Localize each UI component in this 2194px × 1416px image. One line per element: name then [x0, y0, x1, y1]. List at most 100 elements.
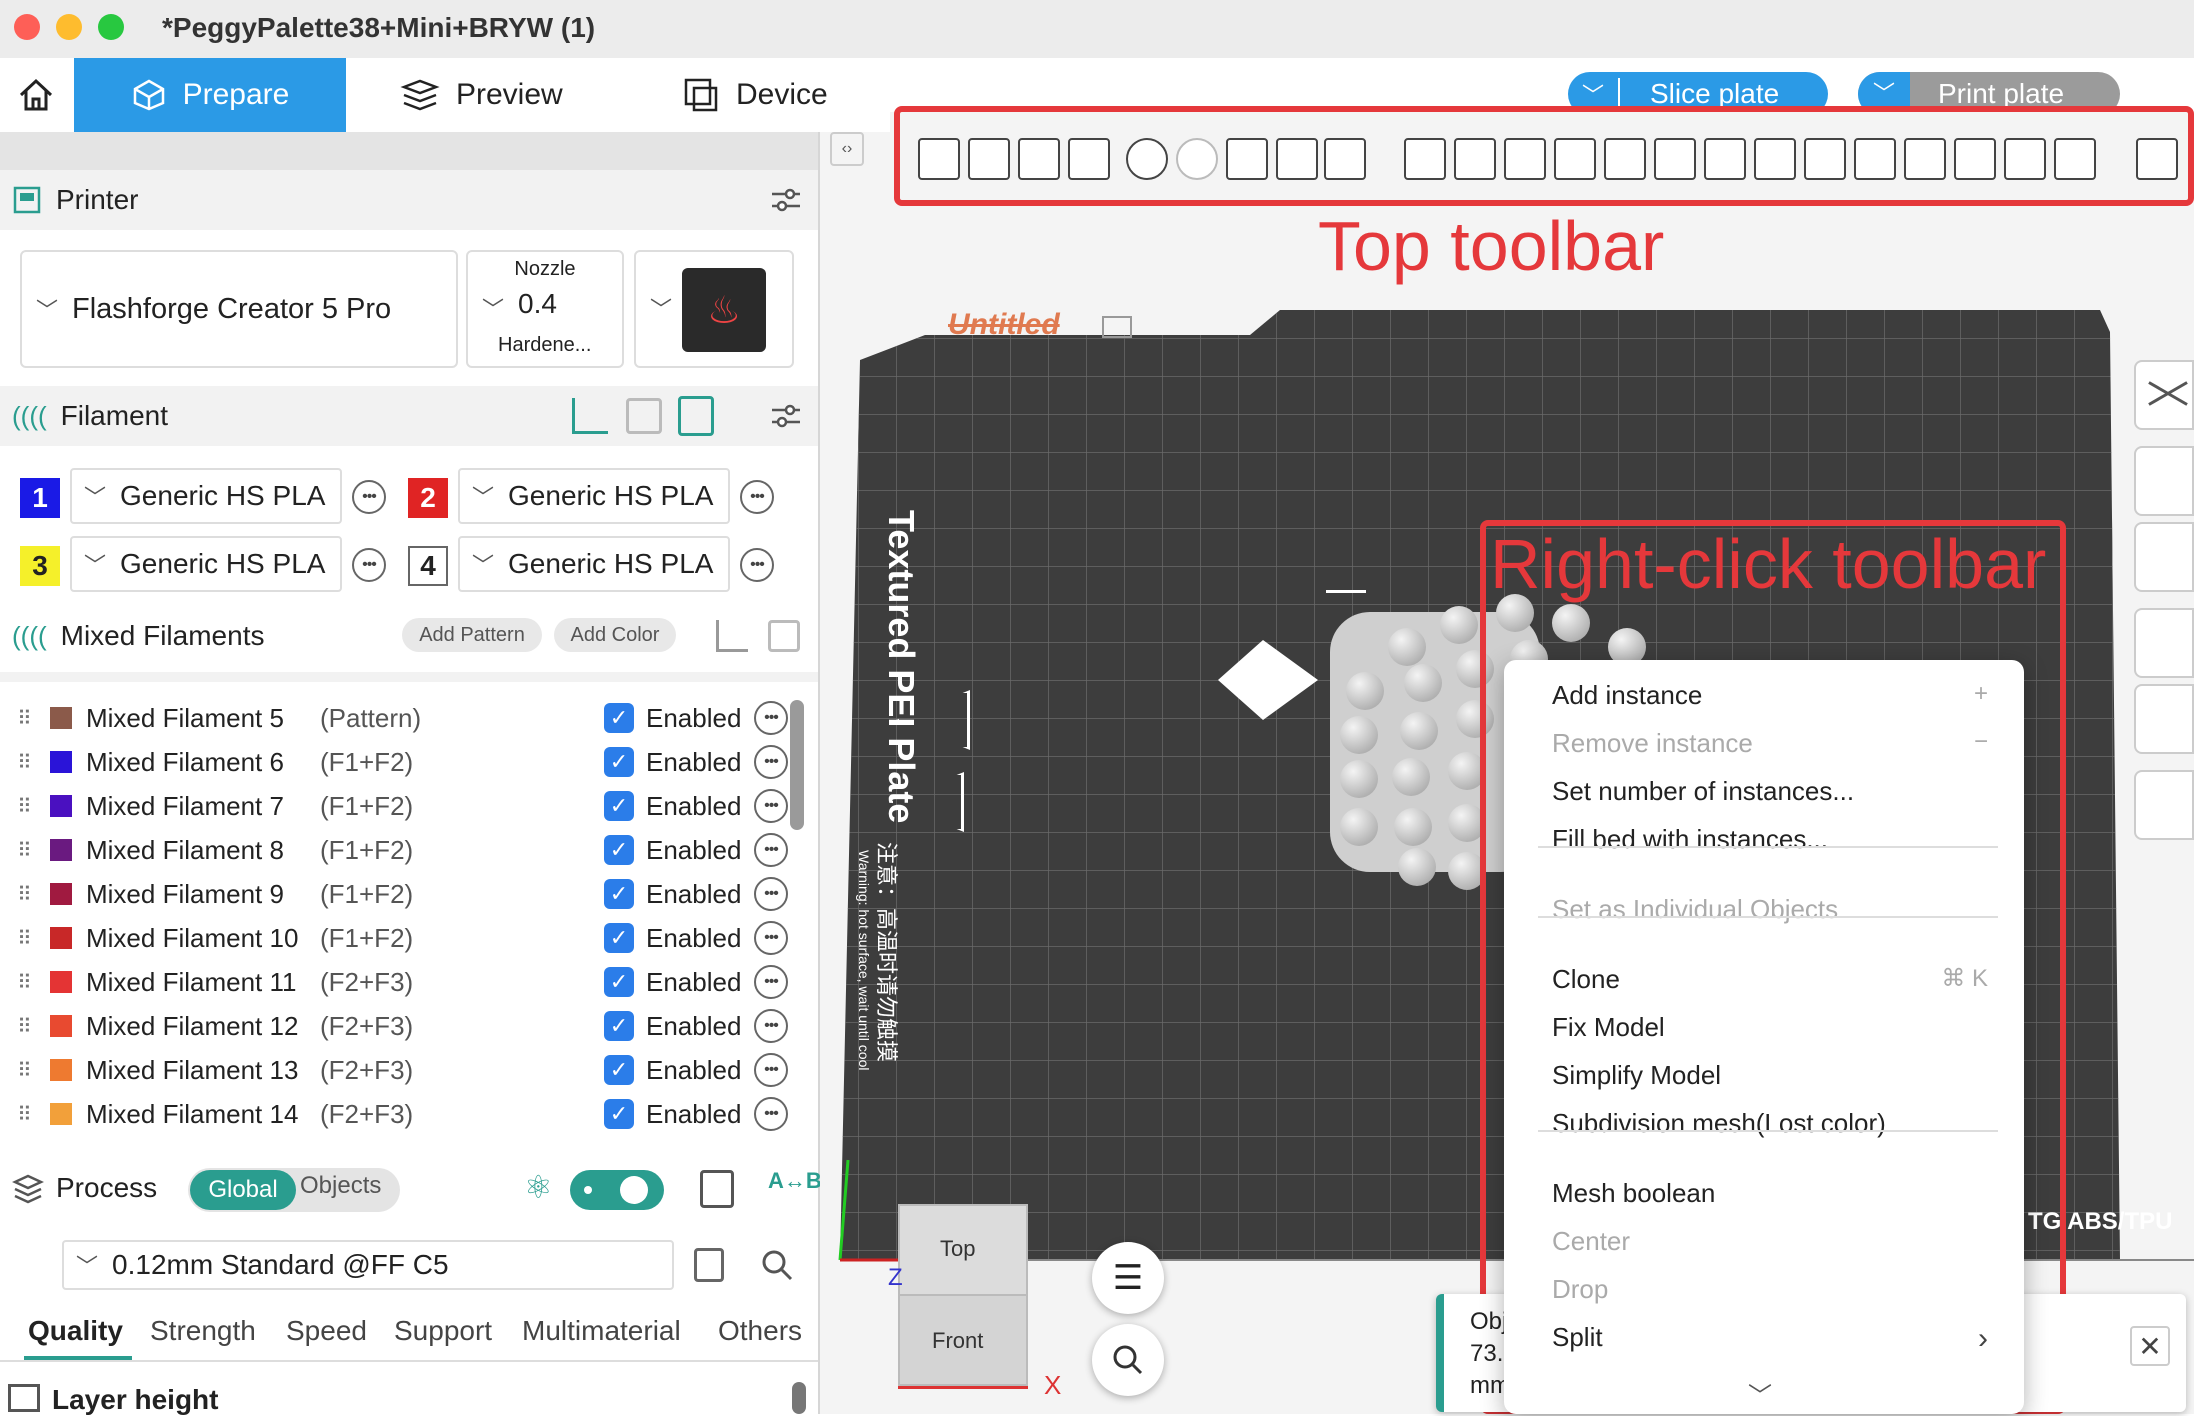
drag-handle-icon[interactable]: ⠿: [0, 1014, 50, 1039]
mixed-options-icon[interactable]: •••: [754, 965, 788, 999]
drag-handle-icon[interactable]: ⠿: [0, 1102, 50, 1127]
plate-type-select[interactable]: ﹀ ♨: [634, 250, 794, 368]
mixed-options-icon[interactable]: •••: [754, 1053, 788, 1087]
enabled-checkbox[interactable]: ✓: [604, 967, 634, 997]
atom-icon[interactable]: ⚛: [524, 1168, 553, 1206]
process-preset-select[interactable]: ﹀ 0.12mm Standard @FF C5: [62, 1240, 674, 1290]
maximize-window-button[interactable]: [98, 14, 124, 40]
enabled-checkbox[interactable]: ✓: [604, 1011, 634, 1041]
menu-item-fill-bed-with-instances[interactable]: Fill bed with instances...: [1552, 824, 1828, 855]
menu-item-subdivision-mesh-lost-color[interactable]: Subdivision mesh(Lost color): [1552, 1108, 1886, 1139]
add-color-button[interactable]: Add Color: [554, 618, 676, 652]
chevron-down-icon[interactable]: ﹀: [1748, 1376, 1772, 1411]
ab-compare-icon[interactable]: A↔B: [768, 1168, 822, 1194]
advanced-toggle[interactable]: [570, 1170, 664, 1210]
mixed-collapse-icon[interactable]: [716, 620, 748, 652]
menu-item-simplify-model[interactable]: Simplify Model: [1552, 1060, 1721, 1091]
add-pattern-button[interactable]: Add Pattern: [402, 618, 542, 652]
drag-handle-icon[interactable]: ⠿: [0, 794, 50, 819]
menu-item-split[interactable]: Split: [1552, 1322, 1603, 1353]
menu-item-mesh-boolean[interactable]: Mesh boolean: [1552, 1178, 1715, 1209]
close-icon[interactable]: ✕: [2130, 1326, 2170, 1366]
drag-handle-icon[interactable]: ⠿: [0, 882, 50, 907]
drag-handle-icon[interactable]: ⠿: [0, 750, 50, 775]
mixed-add-icon[interactable]: [768, 620, 800, 652]
support-icon[interactable]: [2134, 684, 2194, 754]
plate-name[interactable]: Untitled: [948, 308, 1060, 342]
mixed-options-icon[interactable]: •••: [754, 1097, 788, 1131]
close-panel-icon[interactable]: [2134, 360, 2194, 430]
filament-select[interactable]: ﹀ Generic HS PLA: [458, 536, 730, 592]
enabled-checkbox[interactable]: ✓: [604, 1055, 634, 1085]
filament-select[interactable]: ﹀ Generic HS PLA: [70, 468, 342, 524]
enabled-checkbox[interactable]: ✓: [604, 879, 634, 909]
menu-item-clone[interactable]: Clone: [1552, 964, 1620, 995]
search-icon[interactable]: [760, 1248, 794, 1287]
printer-settings-icon[interactable]: [770, 184, 802, 221]
nozzle-select[interactable]: Nozzle ﹀ 0.4 Hardene...: [466, 250, 624, 368]
menu-item-set-number-of-instances[interactable]: Set number of instances...: [1552, 776, 1854, 807]
arrange-icon[interactable]: [2134, 522, 2194, 592]
layout-icon[interactable]: [2134, 608, 2194, 678]
filament-options-icon[interactable]: •••: [740, 548, 774, 582]
tab-strength[interactable]: Strength: [150, 1315, 256, 1347]
tab-device[interactable]: Device: [682, 58, 828, 132]
mixed-options-icon[interactable]: •••: [754, 701, 788, 735]
drag-handle-icon[interactable]: ⠿: [0, 926, 50, 951]
sync-filament-icon[interactable]: [678, 396, 714, 436]
minimize-window-button[interactable]: [56, 14, 82, 40]
save-preset-icon[interactable]: [694, 1248, 724, 1282]
objects-option[interactable]: Objects: [300, 1172, 381, 1200]
filament-select[interactable]: ﹀ Generic HS PLA: [458, 468, 730, 524]
view-cube[interactable]: Top Front: [898, 1204, 1028, 1386]
global-option[interactable]: Global: [190, 1170, 296, 1210]
mixed-list-scrollbar[interactable]: [790, 700, 804, 830]
tab-prepare[interactable]: Prepare: [74, 58, 346, 132]
view-cube-top[interactable]: Top: [940, 1236, 975, 1262]
mixed-options-icon[interactable]: •••: [754, 1009, 788, 1043]
tab-support[interactable]: Support: [394, 1315, 492, 1347]
orient-icon[interactable]: [2134, 446, 2194, 516]
tab-speed[interactable]: Speed: [286, 1315, 367, 1347]
printer-select[interactable]: ﹀ Flashforge Creator 5 Pro: [20, 250, 458, 368]
drag-handle-icon[interactable]: ⠿: [0, 706, 50, 731]
tab-quality[interactable]: Quality: [28, 1315, 123, 1347]
mixed-options-icon[interactable]: •••: [754, 789, 788, 823]
mixed-options-icon[interactable]: •••: [754, 877, 788, 911]
enabled-checkbox[interactable]: ✓: [604, 747, 634, 777]
tab-preview[interactable]: Preview: [400, 58, 563, 132]
close-window-button[interactable]: [14, 14, 40, 40]
filament-settings-icon[interactable]: [770, 400, 802, 437]
filament-collapse-icon[interactable]: [572, 398, 608, 434]
mixed-options-icon[interactable]: •••: [754, 921, 788, 955]
filament-options-icon[interactable]: •••: [352, 548, 386, 582]
collapse-sidebar-icon[interactable]: ‹›: [830, 132, 864, 166]
menu-item-fix-model[interactable]: Fix Model: [1552, 1012, 1665, 1043]
drag-handle-icon[interactable]: ⠿: [0, 1058, 50, 1083]
add-filament-icon[interactable]: [626, 398, 662, 434]
zoom-search-icon[interactable]: [1092, 1324, 1164, 1396]
mixed-options-icon[interactable]: •••: [754, 745, 788, 779]
enabled-checkbox[interactable]: ✓: [604, 835, 634, 865]
device-icon: [684, 78, 718, 112]
filament-select[interactable]: ﹀ Generic HS PLA: [70, 536, 342, 592]
mixed-options-icon[interactable]: •••: [754, 833, 788, 867]
enabled-checkbox[interactable]: ✓: [604, 923, 634, 953]
filament-options-icon[interactable]: •••: [352, 480, 386, 514]
drag-handle-icon[interactable]: ⠿: [0, 970, 50, 995]
drag-handle-icon[interactable]: ⠿: [0, 838, 50, 863]
menu-item-add-instance[interactable]: Add instance: [1552, 680, 1702, 711]
tab-others[interactable]: Others: [718, 1315, 802, 1347]
edit-plate-name-icon[interactable]: [1102, 316, 1132, 338]
process-scrollbar[interactable]: [792, 1382, 806, 1414]
enabled-checkbox[interactable]: ✓: [604, 703, 634, 733]
tab-multimaterial[interactable]: Multimaterial: [522, 1315, 681, 1347]
filament-options-icon[interactable]: •••: [740, 480, 774, 514]
enabled-checkbox[interactable]: ✓: [604, 791, 634, 821]
menu-icon[interactable]: ☰: [1092, 1242, 1164, 1314]
view-cube-front[interactable]: Front: [932, 1328, 983, 1354]
enabled-checkbox[interactable]: ✓: [604, 1099, 634, 1129]
home-button[interactable]: [0, 58, 72, 132]
cut-icon[interactable]: [2134, 770, 2194, 840]
compare-icon[interactable]: [700, 1170, 734, 1208]
